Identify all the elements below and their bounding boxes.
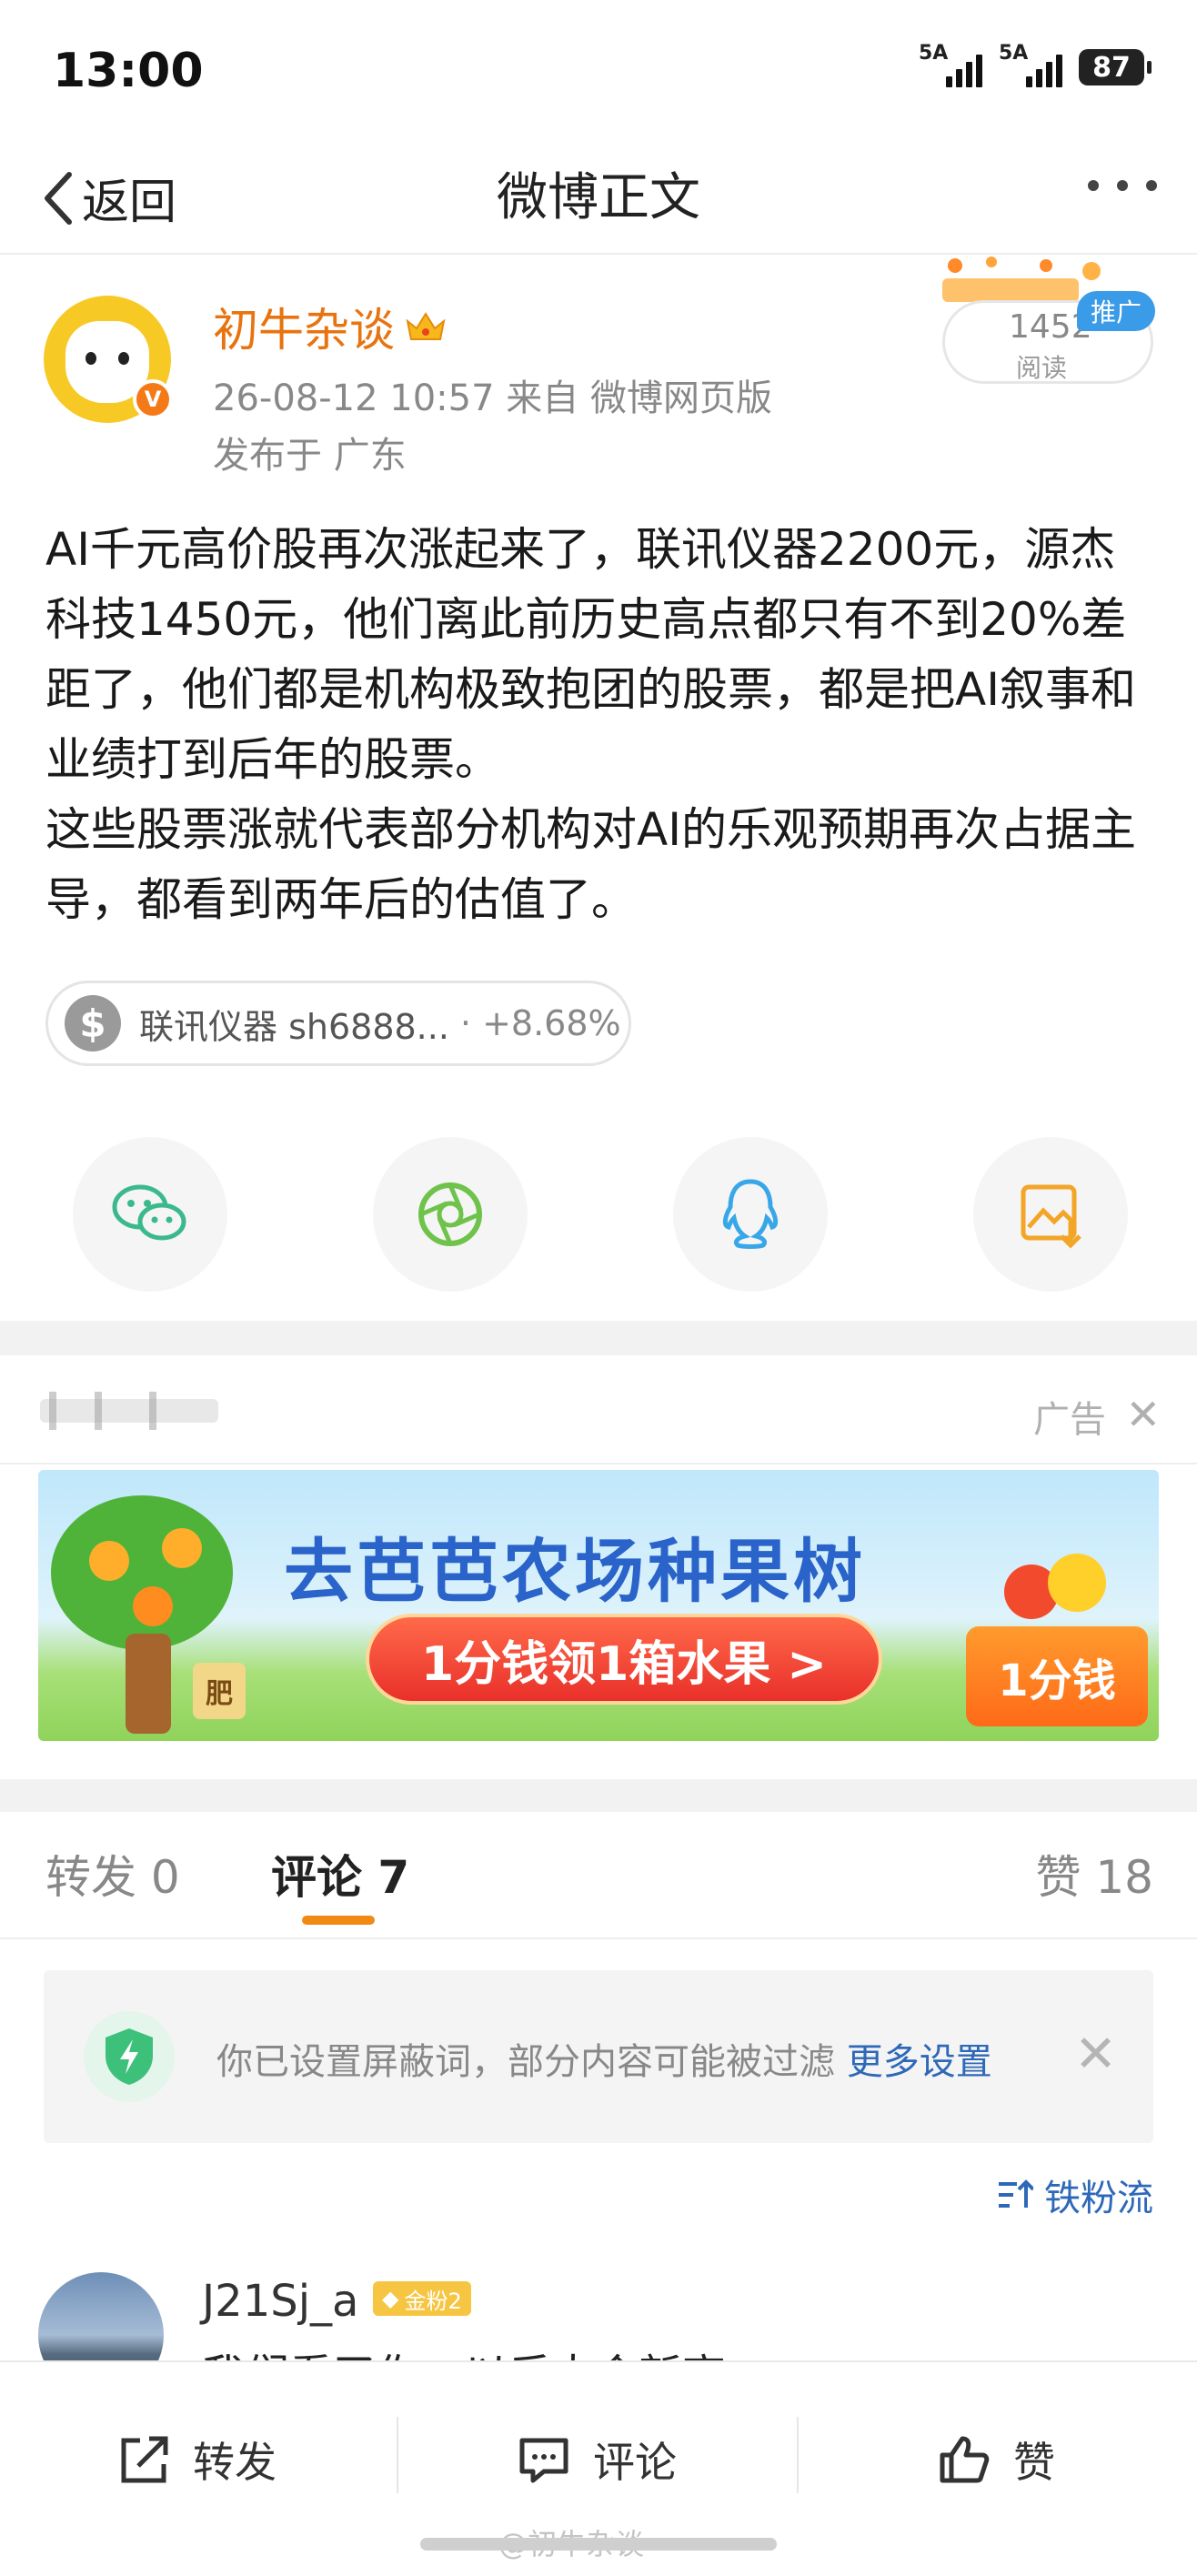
home-indicator[interactable] [420,2538,777,2551]
ad-title: 去芭芭农场种果树 [284,1531,866,1612]
share-wechat-button[interactable] [73,1137,227,1292]
comment-button[interactable]: 评论 [517,2430,677,2490]
fruit [89,1541,129,1581]
post-location: 发布于 广东 [213,435,407,477]
status-time: 13:00 [53,44,204,98]
diamond-icon: ◆ [382,2286,399,2311]
status-indicators: 5A 5A 87 [919,42,1152,87]
tab-likes[interactable]: 赞 18 [1035,1841,1153,1907]
divider [797,2417,799,2493]
post-text: AI千元高价股再次涨起来了，联讯仪器2200元，源杰科技1450元，他们离此前历… [45,523,1136,926]
ad-label: 广告 [1033,1399,1106,1441]
like-label: 赞 [1013,2438,1055,2487]
share-qq-button[interactable] [673,1137,828,1292]
comment-tabs: 转发 0 评论 7 赞 18 [0,1812,1197,1939]
notice-text-row: 你已设置屏蔽词，部分内容可能被过滤 更多设置 [216,2032,992,2085]
status-bar: 13:00 5A 5A 87 [0,0,1197,136]
comment-icon [519,2438,568,2483]
fertilizer-bag: 肥 [193,1663,246,1719]
active-tab-indicator [302,1916,375,1925]
fan-badge: ◆ 金粉2 [373,2281,471,2316]
promo-tag: 推广 [1077,291,1155,331]
dollar-icon: $ [65,995,121,1052]
thumbs-up-icon [940,2436,990,2483]
tab-comments[interactable]: 评论 7 [271,1841,409,1907]
section-divider [0,1321,1197,1355]
save-image-button[interactable] [973,1137,1128,1292]
tree-illustration [51,1495,233,1650]
divider [397,2417,398,2493]
share-moments-button[interactable] [373,1137,528,1292]
qq-icon [722,1179,779,1249]
page-title: 微博正文 [497,168,700,227]
tab-repost[interactable]: 转发 0 [45,1841,180,1907]
wechat-icon [112,1184,186,1241]
shield-icon [84,2011,175,2102]
save-image-icon [1021,1184,1081,1249]
ad-price-box: 1分钱 [966,1626,1148,1726]
chevron-left-icon [45,171,72,225]
close-icon[interactable]: ✕ [1125,1390,1161,1439]
author-name-row[interactable]: 初牛杂谈 [213,294,448,359]
close-icon[interactable]: ✕ [1074,2025,1117,2084]
more-settings-link[interactable]: 更多设置 [847,2041,992,2083]
crown-icon [406,312,446,340]
post-meta: 26-08-12 10:57 来自 微博网页版 [213,377,772,419]
tree-trunk [126,1634,171,1734]
verified-icon: V [133,379,173,419]
commenter-name[interactable]: J21Sj_a [202,2276,358,2327]
repost-label: 转发 [193,2438,277,2487]
repost-button[interactable]: 转发 [116,2430,277,2490]
ad-banner[interactable]: 肥 去芭芭农场种果树 1分钱领1箱水果 > 1分钱 [38,1470,1159,1741]
back-label: 返回 [82,176,177,230]
filter-notice: 你已设置屏蔽词，部分内容可能被过滤 更多设置 ✕ [44,1970,1153,2143]
fruit [133,1586,173,1626]
sort-label: 铁粉流 [1044,2178,1153,2219]
more-menu-button[interactable] [1088,180,1157,191]
fruit [1048,1554,1106,1612]
nav-bar: 返回 微博正文 [0,136,1197,255]
signal-icon: 5A [999,42,1062,87]
back-button[interactable]: 返回 [40,164,176,232]
stock-change: · +8.68% [459,1003,621,1043]
sort-button[interactable]: 铁粉流 [997,2168,1153,2221]
ad-cta-button[interactable]: 1分钱领1箱水果 > [366,1614,882,1705]
author-avatar[interactable]: V [44,296,173,423]
ad-sponsor-logo [40,1392,218,1430]
share-row [73,1137,1128,1292]
battery-icon: 87 [1079,49,1152,86]
comment-label: 评论 [593,2438,677,2487]
ad-header: 广告 ✕ [0,1355,1197,1464]
notice-text: 你已设置屏蔽词，部分内容可能被过滤 [216,2041,835,2083]
moments-icon [418,1182,482,1246]
share-icon [121,2436,168,2483]
read-label: 阅读 [1016,353,1068,383]
section-divider [0,1779,1197,1812]
stock-chip[interactable]: $ 联讯仪器 sh6888... · +8.68% [45,981,631,1066]
like-button[interactable]: 赞 [937,2430,1055,2490]
fruit [162,1528,202,1568]
sort-icon [999,2179,1033,2208]
stock-label: 联讯仪器 sh6888... [139,1006,449,1047]
signal-icon: 5A [919,42,982,87]
author-name[interactable]: 初牛杂谈 [213,294,395,359]
